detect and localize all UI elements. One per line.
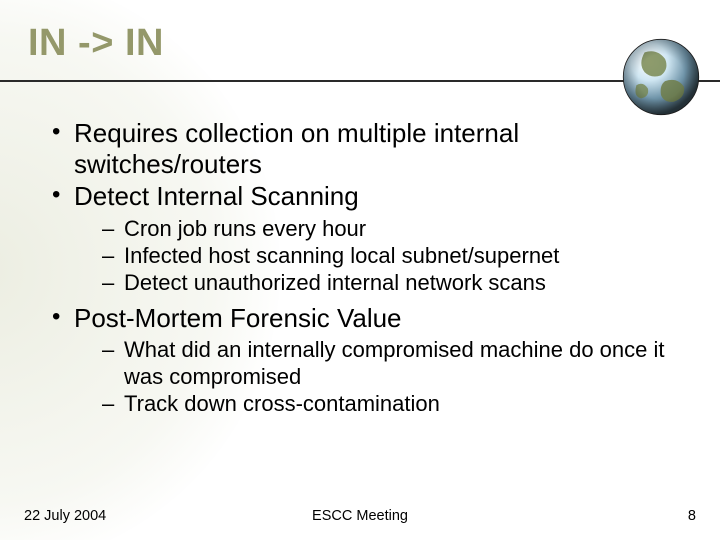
sub-item: What did an internally compromised machi… — [102, 337, 680, 391]
title-rule — [0, 80, 720, 82]
bullet-item: Detect Internal Scanning Cron job runs e… — [52, 181, 680, 296]
bullet-text: Post-Mortem Forensic Value — [74, 303, 402, 333]
content-area: Requires collection on multiple internal… — [0, 84, 720, 418]
title-row: IN -> IN — [0, 0, 720, 84]
sub-list: What did an internally compromised machi… — [74, 337, 680, 417]
slide: IN -> IN — [0, 0, 720, 540]
bullet-item: Post-Mortem Forensic Value What did an i… — [52, 303, 680, 418]
bullet-item: Requires collection on multiple internal… — [52, 118, 680, 179]
sub-item: Track down cross-contamination — [102, 391, 680, 418]
sub-item: Cron job runs every hour — [102, 216, 680, 243]
sub-list: Cron job runs every hour Infected host s… — [74, 216, 680, 296]
slide-title: IN -> IN — [28, 22, 720, 65]
bullet-text: Detect Internal Scanning — [74, 181, 359, 211]
footer-center: ESCC Meeting — [0, 508, 720, 524]
footer-page: 8 — [688, 508, 696, 524]
bullet-list: Requires collection on multiple internal… — [52, 118, 680, 418]
sub-item: Infected host scanning local subnet/supe… — [102, 243, 680, 270]
sub-item: Detect unauthorized internal network sca… — [102, 270, 680, 297]
globe-icon — [620, 36, 702, 118]
